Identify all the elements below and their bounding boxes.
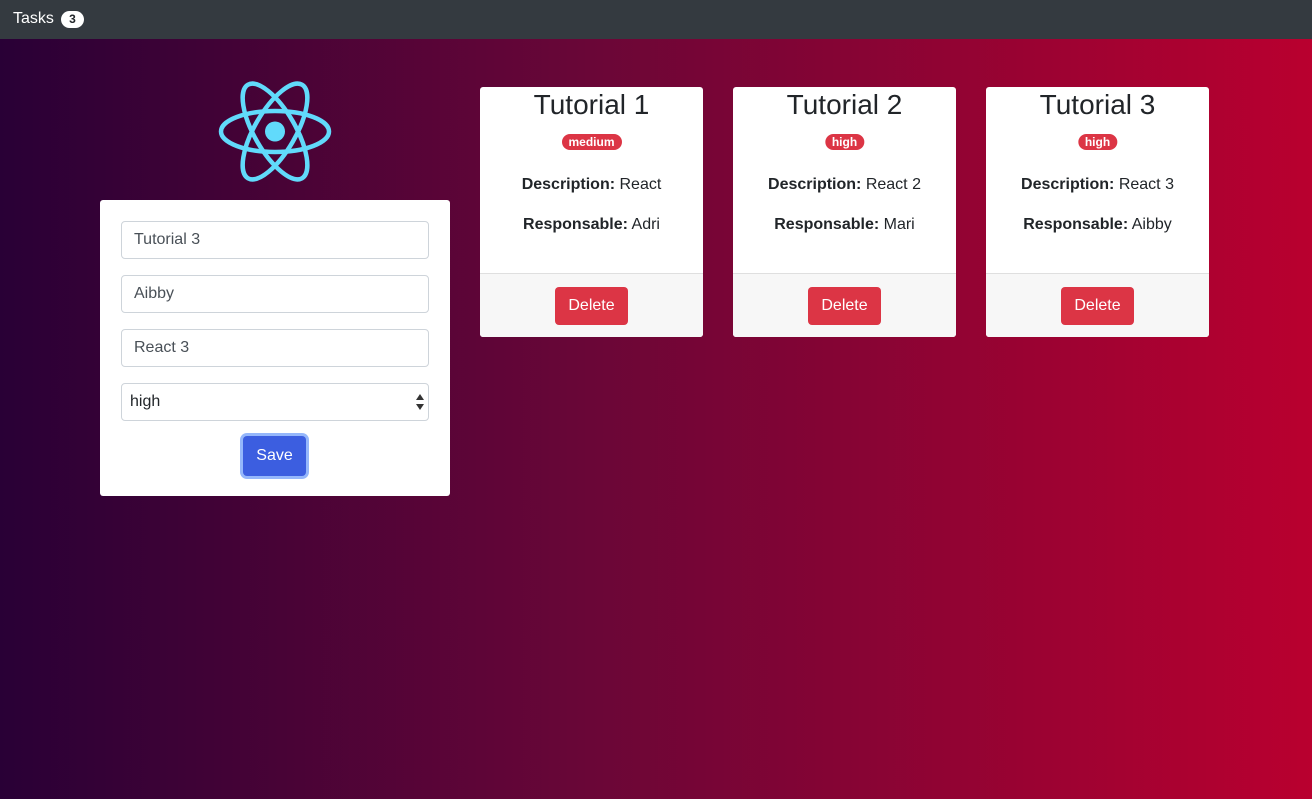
task-responsible: Responsable: Adri (480, 215, 703, 235)
navbar: Tasks 3 (0, 0, 1312, 39)
description-label: Description: (768, 176, 862, 193)
responsible-label: Responsable: (774, 216, 880, 233)
task-description: Description: React 2 (733, 175, 956, 195)
card-footer: Delete (480, 273, 703, 337)
task-title: Tutorial 2 (786, 89, 903, 120)
delete-button[interactable]: Delete (555, 287, 628, 325)
title-input[interactable] (121, 221, 429, 259)
task-description: Description: React 3 (986, 175, 1209, 195)
save-button[interactable]: Save (243, 436, 306, 476)
card-footer: Delete (986, 273, 1209, 337)
description-value: React 2 (865, 176, 921, 193)
delete-button[interactable]: Delete (808, 287, 881, 325)
task-description: Description: React (480, 175, 703, 195)
priority-badge: high (824, 134, 865, 150)
responsible-value: Adri (631, 216, 660, 233)
nav-brand[interactable]: Tasks 3 (13, 9, 84, 29)
task-card: Tutorial 2 high Description: React 2 Res… (733, 87, 956, 337)
react-logo-icon (218, 81, 332, 182)
task-responsible: Responsable: Mari (733, 215, 956, 235)
description-label: Description: (521, 176, 616, 193)
responsible-label: Responsable: (523, 216, 628, 233)
card-footer: Delete (733, 273, 956, 337)
nav-title: Tasks (13, 10, 54, 27)
responsible-label: Responsable: (1023, 216, 1129, 233)
description-label: Description: (1021, 176, 1115, 193)
description-value: React 3 (1118, 176, 1174, 193)
responsible-value: Aibby (1131, 216, 1172, 233)
responsible-input[interactable] (121, 275, 429, 313)
priority-select[interactable]: high (121, 383, 429, 421)
priority-badge: medium (561, 134, 622, 150)
description-value: React (619, 176, 662, 193)
priority-badge: high (1077, 134, 1118, 150)
task-title: Tutorial 3 (1039, 89, 1156, 120)
priority-select-value: high (130, 393, 161, 410)
description-input[interactable] (121, 329, 429, 367)
task-title: Tutorial 1 (533, 89, 650, 120)
task-card: Tutorial 1 medium Description: React Res… (480, 87, 703, 337)
responsible-value: Mari (883, 216, 915, 233)
task-form: high Save (100, 200, 450, 496)
task-card: Tutorial 3 high Description: React 3 Res… (986, 87, 1209, 337)
task-responsible: Responsable: Aibby (986, 215, 1209, 235)
delete-button[interactable]: Delete (1061, 287, 1134, 325)
select-arrows-icon (416, 394, 424, 410)
task-count-badge: 3 (60, 10, 84, 28)
